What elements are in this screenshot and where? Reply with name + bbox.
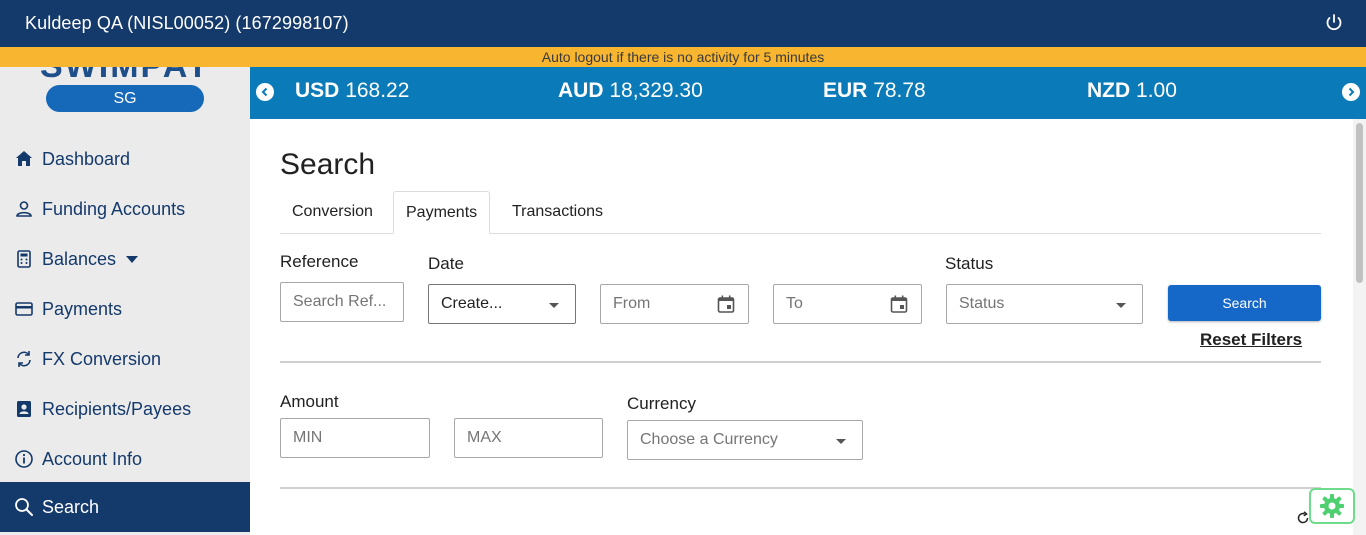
search-button[interactable]: Search <box>1168 285 1321 321</box>
to-date-input[interactable]: To <box>773 284 922 324</box>
status-select[interactable]: Status <box>946 284 1143 324</box>
scrollbar-thumb[interactable] <box>1356 123 1363 283</box>
sidebar-item-label: FX Conversion <box>42 348 162 369</box>
from-date-input[interactable]: From <box>600 284 749 324</box>
chevron-down-icon <box>836 439 846 444</box>
next-rates-button[interactable] <box>1342 83 1360 101</box>
sidebar-item-label: Payments <box>42 298 123 319</box>
search-tabs: Conversion Payments Transactions <box>280 191 1321 234</box>
date-type-select[interactable]: Create... <box>428 284 576 324</box>
exchange-rates-bar: USD 168.22 AUD 18,329.30 EUR 78.78 NZD 1… <box>250 67 1366 119</box>
currency-label: Currency <box>627 394 696 413</box>
person-icon <box>14 199 34 219</box>
calendar-icon[interactable] <box>889 294 909 314</box>
info-icon <box>14 449 34 469</box>
sidebar-item-search[interactable]: Search <box>0 482 250 532</box>
filter-divider <box>280 361 1321 363</box>
status-label: Status <box>945 254 994 273</box>
sidebar-item-funding-accounts[interactable]: Funding Accounts <box>0 184 250 234</box>
rate-nzd: NZD 1.00 <box>1087 79 1177 102</box>
contact-icon <box>14 399 34 419</box>
reference-label: Reference <box>280 252 359 271</box>
refresh-icon[interactable] <box>1296 511 1310 525</box>
home-icon <box>14 149 34 169</box>
search-icon <box>14 497 34 517</box>
sidebar-item-dashboard[interactable]: Dashboard <box>0 134 250 184</box>
chevron-down-icon <box>549 303 559 308</box>
from-date-placeholder: From <box>613 295 651 312</box>
sidebar-item-recipients-payees[interactable]: Recipients/Payees <box>0 384 250 434</box>
sidebar-item-label: Balances <box>42 248 117 269</box>
currency-placeholder: Choose a Currency <box>640 431 778 448</box>
rate-usd: USD 168.22 <box>295 79 410 102</box>
sidebar-item-label: Account Info <box>42 448 143 469</box>
region-badge[interactable]: SG <box>46 85 204 112</box>
tab-transactions[interactable]: Transactions <box>500 191 615 234</box>
calculator-icon <box>14 249 34 269</box>
amount-min-input[interactable]: MIN <box>280 418 430 458</box>
settings-button[interactable] <box>1309 488 1355 524</box>
reference-search-input[interactable]: Search Ref... <box>280 282 404 322</box>
calendar-icon[interactable] <box>716 294 736 314</box>
sidebar-item-label: Funding Accounts <box>42 198 186 219</box>
sidebar-item-fx-conversion[interactable]: FX Conversion <box>0 334 250 384</box>
sidebar-item-label: Recipients/Payees <box>42 398 192 419</box>
sidebar-item-payments[interactable]: Payments <box>0 284 250 334</box>
date-label: Date <box>428 254 464 273</box>
chevron-left-icon <box>261 87 268 97</box>
amount-max-input[interactable]: MAX <box>454 418 603 458</box>
refresh-icon <box>14 349 34 369</box>
chevron-right-icon <box>1348 87 1355 97</box>
tab-payments[interactable]: Payments <box>393 191 491 234</box>
sidebar: SWIMPAY SG Dashboard Funding Accounts Ba… <box>0 67 250 535</box>
power-icon[interactable] <box>1324 13 1344 33</box>
card-icon <box>14 299 34 319</box>
chevron-down-icon[interactable] <box>126 255 139 263</box>
date-type-value: Create... <box>441 295 503 312</box>
previous-rates-button[interactable] <box>256 83 274 101</box>
filter-divider-bottom <box>280 487 1321 489</box>
chevron-down-icon <box>1116 303 1126 308</box>
rate-aud: AUD 18,329.30 <box>558 79 703 102</box>
rate-eur: EUR 78.78 <box>823 79 926 102</box>
status-placeholder: Status <box>959 295 1005 312</box>
page-title: Search <box>280 148 376 181</box>
user-label: Kuldeep QA (NISL00052) (1672998107) <box>25 13 349 33</box>
brand-logo: SWIMPAY <box>40 67 211 86</box>
amount-label: Amount <box>280 392 339 411</box>
sidebar-item-label: Dashboard <box>42 148 131 169</box>
reset-filters-link[interactable]: Reset Filters <box>1200 330 1302 350</box>
auto-logout-banner: Auto logout if there is no activity for … <box>0 47 1366 67</box>
sidebar-item-label: Search <box>42 496 100 517</box>
sidebar-item-account-info[interactable]: Account Info <box>0 434 250 484</box>
vertical-scrollbar[interactable] <box>1353 119 1366 535</box>
to-date-placeholder: To <box>786 295 803 312</box>
sidebar-item-balances[interactable]: Balances <box>0 234 250 284</box>
top-bar: Kuldeep QA (NISL00052) (1672998107) <box>0 0 1366 47</box>
tab-conversion[interactable]: Conversion <box>280 191 385 234</box>
currency-select[interactable]: Choose a Currency <box>627 420 863 460</box>
gear-icon <box>1320 494 1344 518</box>
main-content: Search Conversion Payments Transactions … <box>250 119 1366 535</box>
